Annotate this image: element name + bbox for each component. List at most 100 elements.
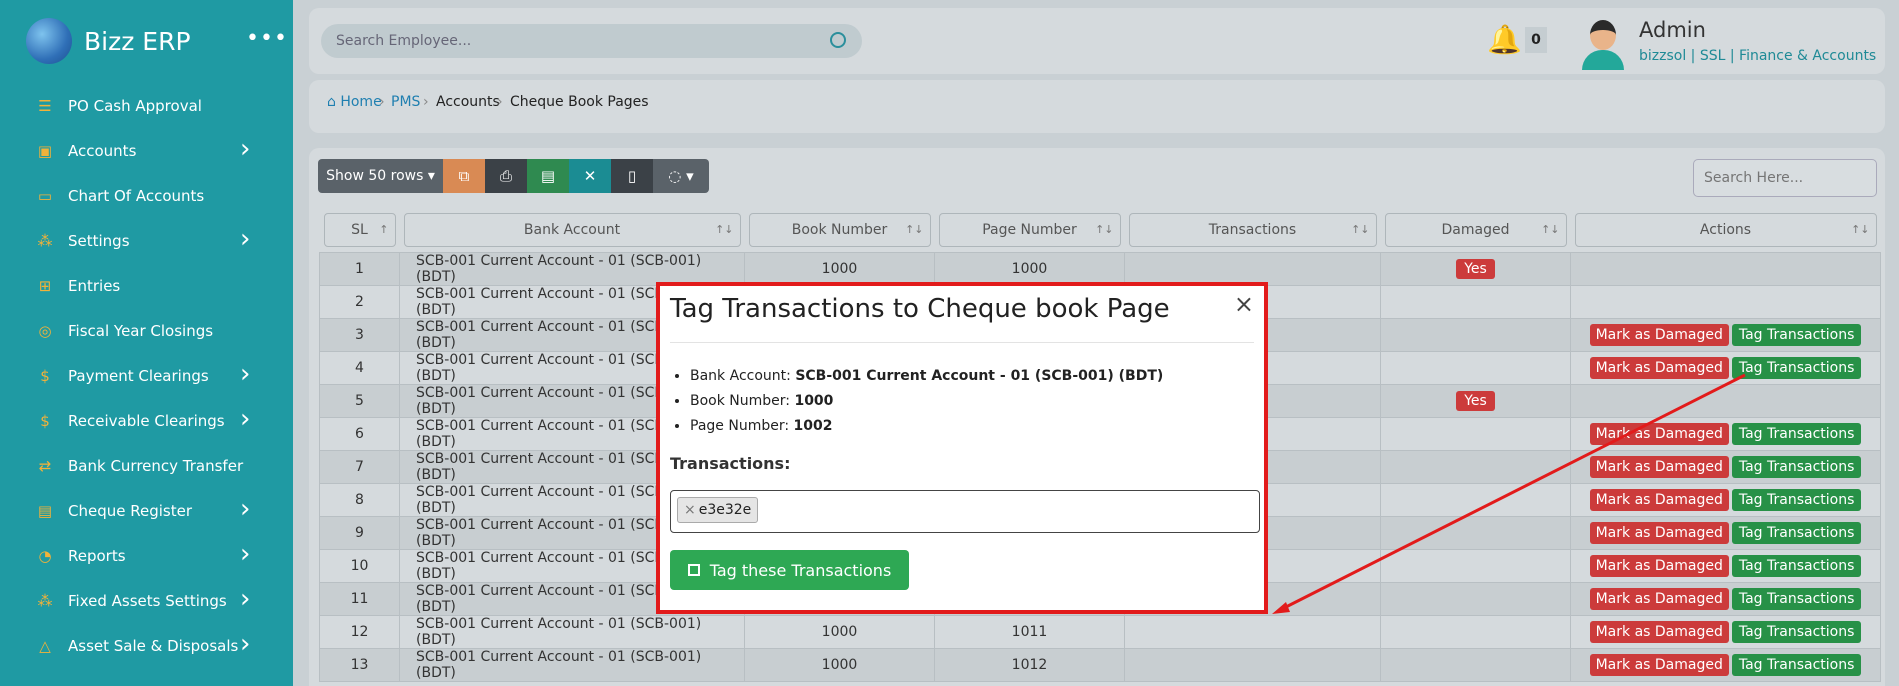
breadcrumb: ⌂ Home › PMS › Accounts › Cheque Book Pa… — [309, 80, 1885, 133]
sort-icon: ↑↓ — [1851, 222, 1870, 236]
breadcrumb-separator: › — [497, 94, 503, 110]
mark-as-damaged-button[interactable]: Mark as Damaged — [1589, 323, 1729, 346]
col-transactions[interactable]: Transactions ↑↓ — [1125, 208, 1381, 252]
pdf-icon[interactable]: ▯ — [611, 159, 653, 193]
sidebar-item-payment-clearings[interactable]: $ Payment Clearings › — [0, 353, 293, 398]
tag-these-transactions-button[interactable]: Tag these Transactions — [670, 550, 909, 590]
warning-icon: △ — [39, 636, 51, 655]
column-visibility-icon[interactable]: ◌ ▾ — [653, 159, 709, 193]
damaged-badge: Yes — [1456, 390, 1495, 411]
tag-transactions-button[interactable]: Tag Transactions — [1731, 620, 1862, 643]
transaction-tag-label: e3e32e — [698, 502, 752, 518]
tag-transactions-button[interactable]: Tag Transactions — [1731, 653, 1862, 676]
brand[interactable]: Bizz ERP — [26, 18, 191, 64]
cell-damaged — [1380, 614, 1571, 649]
table-search[interactable] — [1693, 159, 1877, 197]
sidebar-item-chart-of-accounts[interactable]: ▭ Chart Of Accounts — [0, 173, 293, 218]
sidebar-item-bank-currency-transfer[interactable]: ⇄ Bank Currency Transfer — [0, 443, 293, 488]
sidebar-item-receivable-clearings[interactable]: $ Receivable Clearings › — [0, 398, 293, 443]
col-transactions-label: Transactions — [1208, 221, 1297, 238]
sidebar-item-label: Fiscal Year Closings — [68, 321, 214, 340]
sidebar-item-cheque-register[interactable]: ▤ Cheque Register › — [0, 488, 293, 533]
col-damaged[interactable]: Damaged ↑↓ — [1381, 208, 1571, 252]
copy-icon[interactable]: ⧉ — [443, 159, 485, 193]
tag-transactions-button[interactable]: Tag Transactions — [1731, 455, 1862, 478]
remove-tag-icon[interactable]: × — [684, 502, 696, 518]
cell-sl: 2 — [319, 284, 400, 319]
cell-damaged — [1380, 647, 1571, 682]
mark-as-damaged-button[interactable]: Mark as Damaged — [1589, 356, 1729, 379]
sidebar-item-fiscal-year-closings[interactable]: ◎ Fiscal Year Closings — [0, 308, 293, 353]
mark-as-damaged-button[interactable]: Mark as Damaged — [1589, 488, 1729, 511]
sidebar-item-accounts[interactable]: ▣ Accounts › — [0, 128, 293, 173]
tag-these-transactions-label: Tag these Transactions — [709, 560, 892, 580]
tag-transactions-button[interactable]: Tag Transactions — [1731, 587, 1862, 610]
mark-as-damaged-button[interactable]: Mark as Damaged — [1589, 620, 1729, 643]
excel-icon[interactable]: ✕ — [569, 159, 611, 193]
avatar-body — [1582, 50, 1624, 70]
col-book-number[interactable]: Book Number ↑↓ — [745, 208, 935, 252]
breadcrumb-separator: › — [379, 94, 385, 110]
breadcrumb-accounts[interactable]: Accounts — [436, 94, 500, 110]
search-icon[interactable] — [830, 32, 846, 48]
cell-transactions — [1124, 251, 1381, 286]
cell-actions: Mark as Damaged Tag Transactions — [1570, 581, 1881, 616]
detail-page-number: Page Number: 1002 — [690, 414, 1163, 439]
employee-search-input[interactable] — [336, 24, 816, 58]
tag-transactions-button[interactable]: Tag Transactions — [1731, 488, 1862, 511]
detail-page-label: Page Number: — [690, 418, 794, 434]
chevron-right-icon[interactable]: › — [240, 631, 250, 657]
employee-search[interactable] — [321, 24, 862, 58]
transactions-select[interactable]: × e3e32e — [670, 490, 1260, 533]
tag-transactions-button[interactable]: Tag Transactions — [1731, 422, 1862, 445]
cell-book-number: 1000 — [744, 251, 935, 286]
mark-as-damaged-button[interactable]: Mark as Damaged — [1589, 422, 1729, 445]
mark-as-damaged-button[interactable]: Mark as Damaged — [1589, 554, 1729, 577]
sidebar-item-reports[interactable]: ◔ Reports › — [0, 533, 293, 578]
cell-bank-account: SCB-001 Current Account - 01 (SCB-001) (… — [399, 614, 745, 649]
cell-sl: 8 — [319, 482, 400, 517]
tag-transactions-button[interactable]: Tag Transactions — [1731, 521, 1862, 544]
tag-transactions-button[interactable]: Tag Transactions — [1731, 323, 1862, 346]
col-page-number[interactable]: Page Number ↑↓ — [935, 208, 1125, 252]
mark-as-damaged-button[interactable]: Mark as Damaged — [1589, 653, 1729, 676]
sidebar-item-entries[interactable]: ⊞ Entries — [0, 263, 293, 308]
sidebar-item-settings[interactable]: ⁂ Settings › — [0, 218, 293, 263]
more-options-icon[interactable]: ••• — [246, 26, 288, 51]
chevron-right-icon[interactable]: › — [240, 586, 250, 612]
col-sl[interactable]: SL ↑ — [320, 208, 400, 252]
sidebar-item-fixed-assets-settings[interactable]: ⁂ Fixed Assets Settings › — [0, 578, 293, 623]
breadcrumb-home[interactable]: ⌂ Home — [327, 94, 382, 110]
chevron-right-icon[interactable]: › — [240, 136, 250, 162]
mark-as-damaged-button[interactable]: Mark as Damaged — [1589, 521, 1729, 544]
bell-icon[interactable]: 🔔 — [1487, 23, 1522, 56]
detail-book-value: 1000 — [794, 393, 834, 409]
col-sl-label: SL — [351, 221, 368, 238]
cell-transactions — [1124, 647, 1381, 682]
close-icon[interactable]: × — [1234, 290, 1254, 318]
col-actions[interactable]: Actions ↑↓ — [1571, 208, 1881, 252]
csv-icon[interactable]: ▤ — [527, 159, 569, 193]
cell-page-number: 1011 — [934, 614, 1125, 649]
avatar[interactable] — [1580, 16, 1626, 72]
sidebar-item-asset-sale-disposals[interactable]: △ Asset Sale & Disposals › — [0, 623, 293, 668]
chevron-right-icon[interactable]: › — [240, 226, 250, 252]
chevron-right-icon[interactable]: › — [240, 496, 250, 522]
chevron-right-icon[interactable]: › — [240, 406, 250, 432]
breadcrumb-pms[interactable]: PMS — [391, 94, 420, 110]
mark-as-damaged-button[interactable]: Mark as Damaged — [1589, 587, 1729, 610]
sidebar-item-po-cash-approval[interactable]: ☰ PO Cash Approval — [0, 83, 293, 128]
table-toolbar: Show 50 rows ▾ ⧉ ⎙ ▤ ✕ ▯ ◌ ▾ — [318, 159, 709, 193]
chevron-right-icon[interactable]: › — [240, 541, 250, 567]
cell-sl: 1 — [319, 251, 400, 286]
print-icon[interactable]: ⎙ — [485, 159, 527, 193]
show-rows-dropdown[interactable]: Show 50 rows ▾ — [318, 159, 443, 193]
col-bank-account[interactable]: Bank Account ↑↓ — [400, 208, 745, 252]
notifications[interactable]: 🔔 0 — [1473, 21, 1547, 61]
brand-name: Bizz ERP — [84, 26, 191, 56]
tag-transactions-button[interactable]: Tag Transactions — [1731, 554, 1862, 577]
table-search-input[interactable] — [1704, 160, 1864, 196]
tag-transactions-button[interactable]: Tag Transactions — [1731, 356, 1862, 379]
mark-as-damaged-button[interactable]: Mark as Damaged — [1589, 455, 1729, 478]
chevron-right-icon[interactable]: › — [240, 361, 250, 387]
